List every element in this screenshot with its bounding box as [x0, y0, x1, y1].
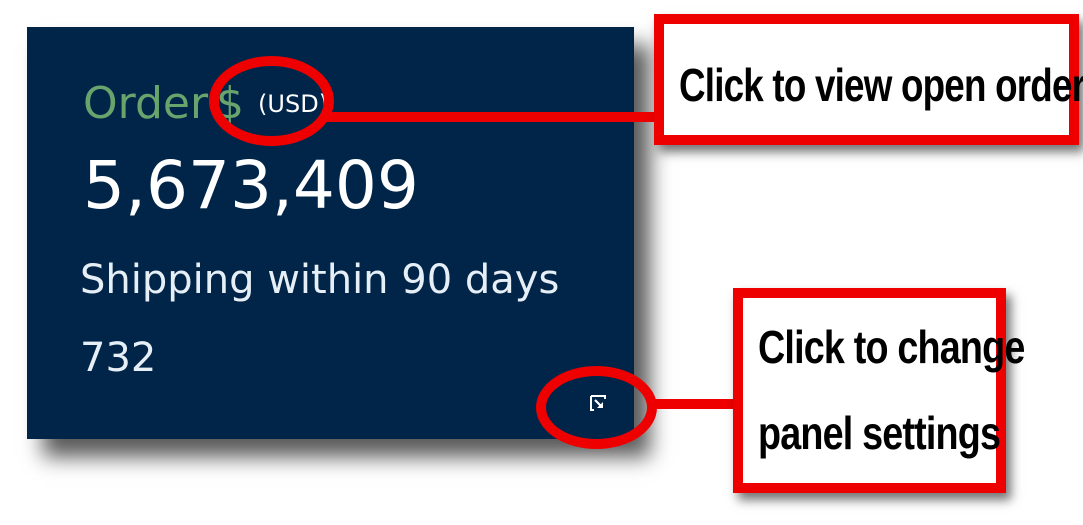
settings-highlight-ring: [536, 366, 657, 449]
settings-callout-connector: [650, 399, 742, 409]
order-label: Order: [83, 78, 209, 129]
currency-highlight-ring: [209, 56, 334, 146]
shipping-count: 732: [80, 335, 157, 381]
open-orders-callout: Click to view open orders: [654, 14, 1083, 145]
settings-callout-line2: panel settings: [758, 407, 1001, 459]
orders-callout-connector: [326, 112, 664, 122]
shipping-window-label: Shipping within 90 days: [80, 257, 560, 303]
order-value: 5,673,409: [83, 147, 419, 224]
settings-callout-line1: Click to change: [758, 321, 1025, 373]
panel-settings-callout: Click to change panel settings: [733, 288, 1025, 493]
open-orders-callout-text: Click to view open orders: [679, 59, 1083, 111]
